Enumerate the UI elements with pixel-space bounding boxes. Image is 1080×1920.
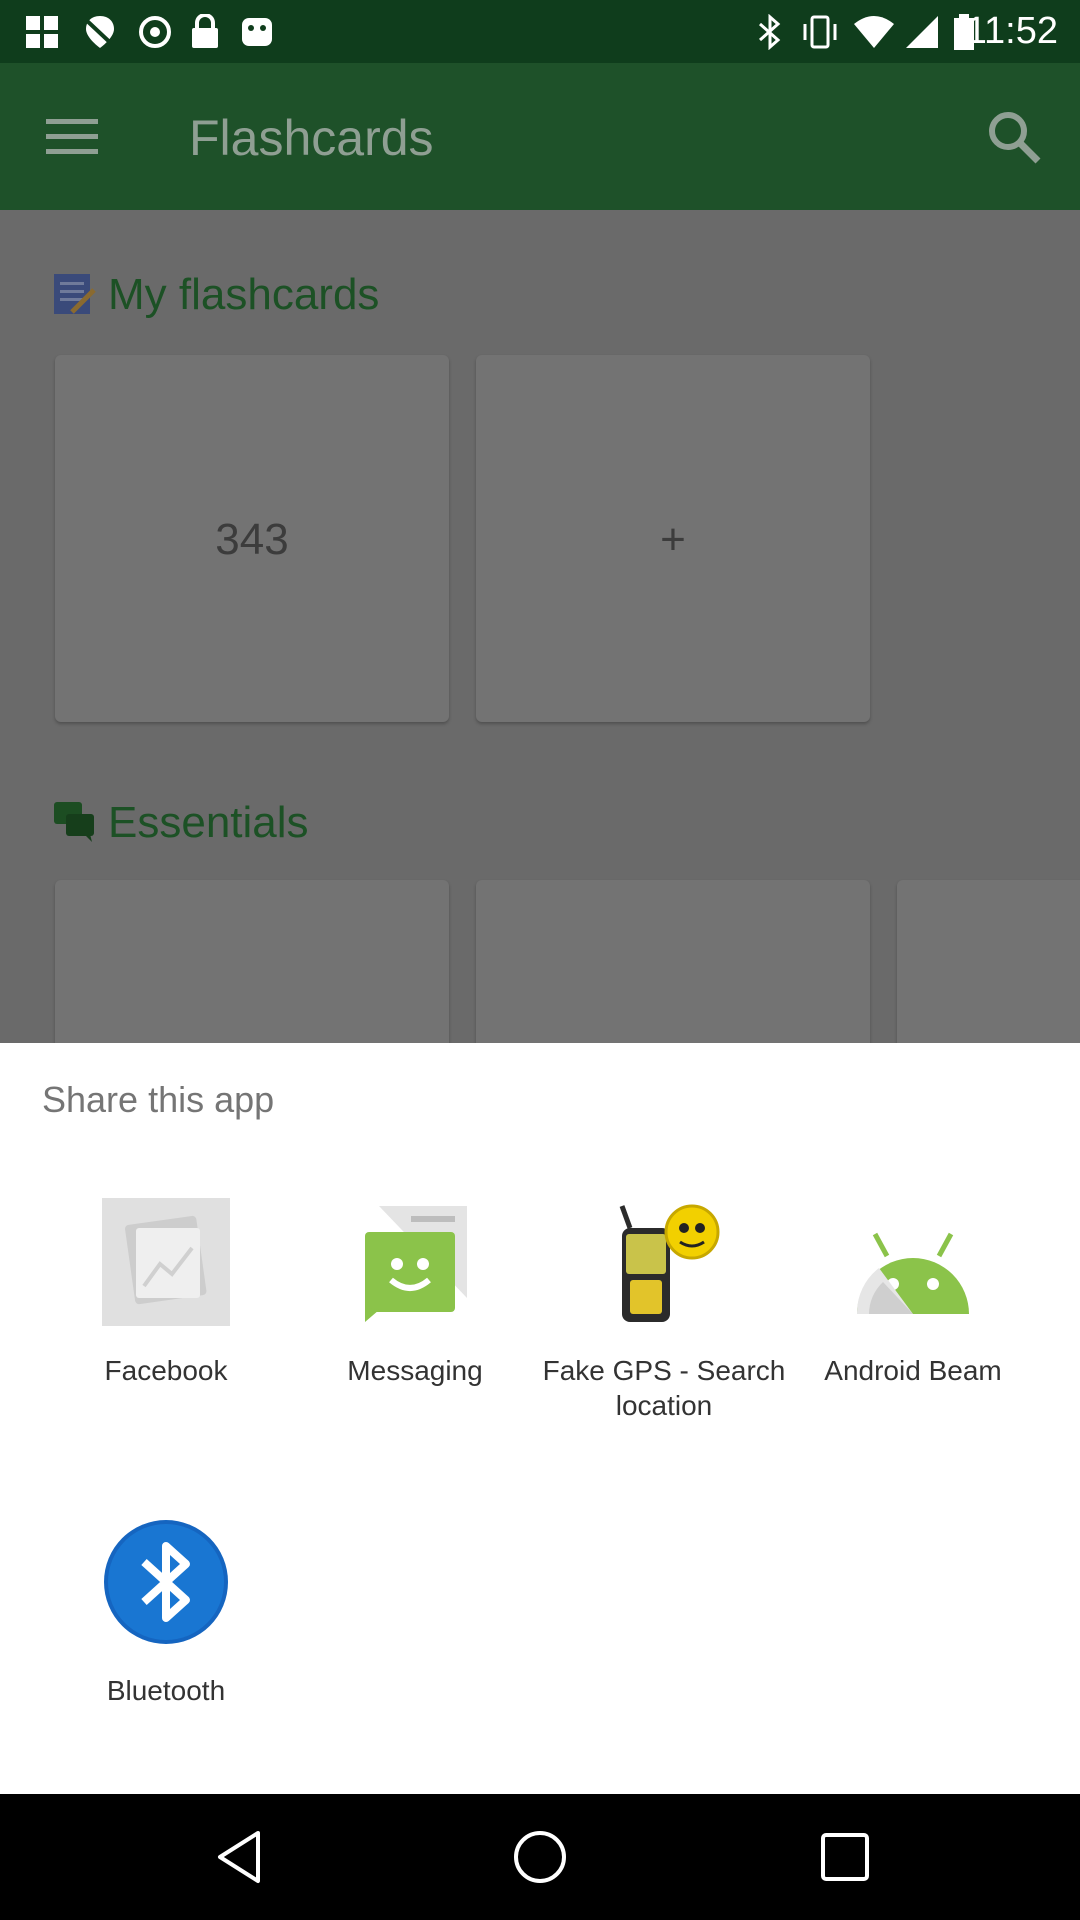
chat-bubbles-icon <box>54 802 94 842</box>
vibrate-icon <box>803 15 837 49</box>
back-icon[interactable] <box>210 1827 270 1887</box>
share-option-android-beam[interactable]: Android Beam <box>788 1198 1038 1398</box>
share-option-fake-gps[interactable]: Fake GPS - Search location <box>539 1198 789 1421</box>
search-icon[interactable] <box>984 107 1044 167</box>
app-bar: Flashcards <box>0 63 1080 210</box>
deck-count: 343 <box>215 515 289 564</box>
section-title-essentials: Essentials <box>108 798 309 847</box>
fake-gps-icon <box>26 16 58 48</box>
lock-icon <box>192 14 218 48</box>
android-icon <box>242 18 272 46</box>
share-option-messaging[interactable]: Messaging <box>290 1198 540 1398</box>
recents-icon[interactable] <box>815 1827 875 1887</box>
hamburger-menu-icon[interactable] <box>46 117 98 157</box>
share-option-facebook[interactable]: Facebook <box>41 1198 291 1398</box>
location-off-icon <box>82 16 118 50</box>
add-deck-plus: + <box>660 515 686 564</box>
add-deck-card[interactable]: + <box>476 355 870 722</box>
bluetooth-icon <box>759 14 781 50</box>
flashcard-deck-card[interactable]: 343 <box>55 355 449 722</box>
sync-icon <box>139 16 171 48</box>
navigation-bar <box>0 1794 1080 1920</box>
share-option-bluetooth[interactable]: Bluetooth <box>41 1518 291 1718</box>
facebook-placeholder-icon <box>102 1198 230 1326</box>
share-label: Fake GPS - Search location <box>542 1355 786 1421</box>
cellular-signal-icon <box>906 16 938 48</box>
share-label: Messaging <box>347 1355 483 1386</box>
share-label: Android Beam <box>824 1355 1002 1386</box>
status-time: 11:52 <box>965 10 1058 52</box>
home-icon[interactable] <box>510 1827 570 1887</box>
section-title-my-flashcards: My flashcards <box>108 270 380 319</box>
flashcards-content: My flashcards 343 + Essentials <box>0 210 1080 1080</box>
share-sheet-title: Share this app <box>42 1079 275 1120</box>
android-beam-icon <box>856 1232 969 1314</box>
share-label: Facebook <box>104 1355 228 1386</box>
messaging-icon <box>365 1206 467 1322</box>
notebook-icon <box>54 274 96 314</box>
fake-gps-icon <box>619 1204 720 1322</box>
wifi-icon <box>854 16 894 48</box>
share-sheet: Share this app Facebook Messaging Fake G… <box>0 1043 1080 1794</box>
bluetooth-icon <box>104 1520 228 1644</box>
share-label: Bluetooth <box>106 1675 226 1706</box>
app-title: Flashcards <box>189 110 434 166</box>
status-bar: 11:52 <box>0 0 1080 63</box>
